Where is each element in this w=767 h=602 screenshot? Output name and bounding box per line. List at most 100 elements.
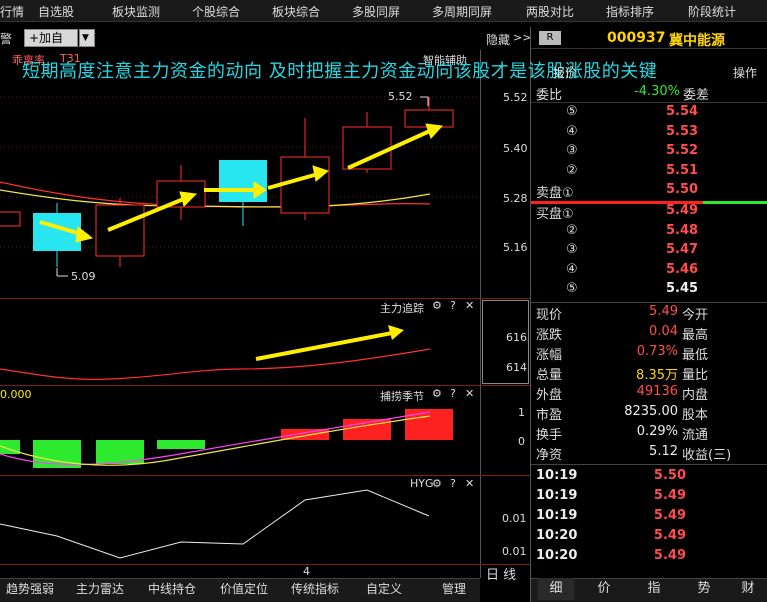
- ask-price: 5.53: [666, 123, 699, 139]
- tab-trend-strength[interactable]: 趋势强弱: [0, 578, 60, 600]
- bid-level-label: ④: [566, 261, 578, 277]
- low-price-label: 5.09: [71, 270, 96, 283]
- quote-label: 市盈: [536, 408, 563, 423]
- bid-price: 5.47: [666, 242, 699, 257]
- quote-value: 8235.00: [624, 404, 678, 419]
- panel4-tick-a: 0.01: [502, 512, 527, 525]
- order-ratio-value: -4.30%: [634, 84, 680, 99]
- tab-finance[interactable]: 财: [730, 578, 766, 600]
- tick-time: 10:20: [536, 548, 578, 563]
- tick-row: 10:20 5.49: [536, 528, 767, 548]
- ask-level-label: ②: [566, 162, 578, 178]
- tick-time: 10:20: [536, 528, 578, 543]
- menu-item-sector-monitor[interactable]: 板块监测: [112, 3, 160, 20]
- tab-price[interactable]: 价: [586, 578, 622, 600]
- stock-name: 冀中能源: [669, 33, 725, 49]
- ask-row: ⑤ 5.54: [536, 104, 767, 124]
- tab-trend[interactable]: 势: [686, 578, 722, 600]
- menu-item-indicator-sort[interactable]: 指标排序: [606, 3, 654, 20]
- candle-6: [342, 112, 392, 173]
- ask-price: 5.54: [666, 104, 699, 119]
- y-tick-5-28: 5.28: [503, 192, 528, 205]
- quote-header-label: 报价: [553, 66, 578, 80]
- expand-button[interactable]: >>: [513, 31, 531, 44]
- order-ratio-label: 委比: [536, 88, 563, 103]
- quote-right-label: 流通: [682, 428, 709, 443]
- menu-item-stage-stats[interactable]: 阶段统计: [688, 3, 736, 20]
- bid-row: ② 5.48: [536, 223, 767, 243]
- candle-0: [0, 211, 21, 227]
- quote-right-label: 内盘: [682, 388, 709, 403]
- ask-level-label: ⑤: [566, 104, 578, 119]
- tab-traditional[interactable]: 传统指标: [283, 578, 347, 600]
- divider-4: [0, 564, 530, 565]
- quote-value: 0.73%: [636, 344, 678, 359]
- tab-custom[interactable]: 自定义: [352, 578, 416, 600]
- ask-row: ④ 5.53: [536, 124, 767, 144]
- tick-time: 10:19: [536, 508, 578, 523]
- quote-label: 外盘: [536, 388, 563, 403]
- quote-row: 现价 5.49 今开: [536, 304, 767, 324]
- top-menu-bar: 行情 自选股 板块监测 个股综合 板块综合 多股同屏 多周期同屏 两股对比 指标…: [0, 0, 767, 22]
- operate-button[interactable]: 操作: [733, 64, 757, 81]
- quote-value: 0.29%: [636, 424, 678, 439]
- quote-row: 市盈 8235.00 股本: [536, 404, 767, 424]
- r-badge: R: [539, 31, 561, 45]
- bid-level-label: ②: [566, 222, 578, 238]
- quote-row: 净资 5.12 收益(三): [536, 444, 767, 464]
- ask-price: 5.51: [666, 162, 699, 178]
- menu-item-compare[interactable]: 两股对比: [526, 3, 574, 20]
- tick-time: 10:19: [536, 468, 578, 483]
- tab-mid-hold[interactable]: 中线持仓: [140, 578, 204, 600]
- ask-level-label: 卖盘①: [536, 186, 574, 201]
- quote-right-label: 股本: [682, 408, 709, 423]
- quote-row: 涨跌 0.04 最高: [536, 324, 767, 344]
- quote-divider: [531, 464, 767, 465]
- stock-header: R 000937 冀中能源: [531, 27, 767, 49]
- candle-2: [95, 198, 145, 267]
- bid-row: 买盘① 5.49: [536, 203, 767, 223]
- panel3-chart: [0, 409, 453, 468]
- bid-price: 5.45: [666, 281, 699, 296]
- stock-code: 000937: [607, 30, 666, 46]
- quote-label: 净资: [536, 448, 563, 463]
- panel2-chart: [0, 325, 431, 380]
- ask-level-label: ④: [566, 123, 578, 139]
- quote-label: 涨幅: [536, 348, 563, 363]
- quote-label: 现价: [536, 308, 563, 323]
- tab-value-pos[interactable]: 价值定位: [212, 578, 276, 600]
- menu-item-sector-summary[interactable]: 板块综合: [272, 3, 320, 20]
- panel3-tick-0: 0: [518, 435, 525, 448]
- period-label[interactable]: 日 线: [486, 564, 516, 583]
- tab-index[interactable]: 指: [636, 578, 672, 600]
- panel4-chart: [0, 489, 430, 559]
- menu-item-stock-summary[interactable]: 个股综合: [192, 3, 240, 20]
- quote-right-label: 今开: [682, 308, 709, 323]
- panel4-tick-b: 0.01: [502, 545, 527, 558]
- tick-price: 5.49: [653, 528, 686, 543]
- tick-price: 5.49: [653, 508, 686, 523]
- menu-item-watchlist[interactable]: 自选股: [38, 3, 74, 20]
- hide-button[interactable]: 隐藏: [486, 31, 510, 48]
- tab-main-radar[interactable]: 主力雷达: [68, 578, 132, 600]
- quote-right-label: 最高: [682, 328, 709, 343]
- bid-row: ⑤ 5.45: [536, 281, 767, 301]
- quote-right-label: 最低: [682, 348, 709, 363]
- dropdown-arrow-button[interactable]: ▼: [79, 29, 95, 47]
- quote-label: 换手: [536, 428, 563, 443]
- tick-price: 5.49: [653, 548, 686, 563]
- quote-right-label: 收益(三): [682, 448, 732, 463]
- quote-row: 涨幅 0.73% 最低: [536, 344, 767, 364]
- menu-item-multi-stock[interactable]: 多股同屏: [352, 3, 400, 20]
- menu-item-quote[interactable]: 行情: [0, 3, 24, 20]
- menu-item-multi-period[interactable]: 多周期同屏: [432, 3, 492, 20]
- candle-1: [33, 203, 81, 267]
- panel-divider: [530, 27, 531, 602]
- tab-manage[interactable]: 管理: [424, 578, 484, 600]
- quote-value: 5.49: [649, 304, 678, 319]
- ob-divider-top: [531, 102, 767, 103]
- add-watchlist-button[interactable]: +加自选: [24, 29, 78, 61]
- y-tick-5-40: 5.40: [503, 142, 528, 155]
- alert-label: 警: [0, 32, 13, 46]
- tab-detail[interactable]: 细: [538, 578, 574, 600]
